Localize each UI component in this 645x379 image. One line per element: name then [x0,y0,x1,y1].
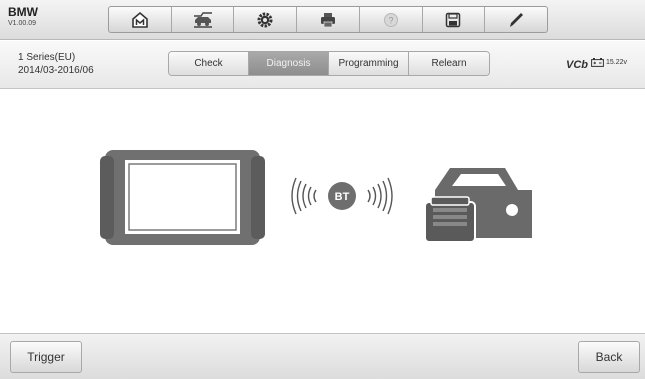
bottom-bar: Trigger Back [0,333,645,379]
signal-waves-left-icon [291,177,317,215]
printer-icon [321,12,336,27]
svg-text:?: ? [388,15,393,25]
brand-name: BMW [8,5,38,19]
battery-icon [591,58,604,67]
help-button[interactable]: ? [360,7,423,32]
pen-icon [510,12,524,27]
battery-status: 15.22v [591,58,627,67]
tablet-icon [100,150,265,245]
settings-gear-icon [257,12,273,27]
settings-button[interactable] [234,7,298,32]
tab-programming[interactable]: Programming [329,52,409,75]
back-button[interactable]: Back [578,341,640,373]
top-bar: BMW V1.00.09 ? [0,0,645,40]
vehicle-swap-icon [193,11,212,28]
app-version: V1.00.09 [8,20,37,27]
toolbar: ? [108,6,548,33]
tab-relearn[interactable]: Relearn [409,52,489,75]
vci-status: VCb [566,59,588,71]
save-button[interactable] [423,7,486,32]
tab-diagnosis[interactable]: Diagnosis [249,52,329,75]
vehicle-years: 2014/03-2016/06 [18,65,94,76]
connection-panel: BT [0,90,645,332]
help-icon: ? [383,12,398,27]
tab-check[interactable]: Check [169,52,249,75]
app-brand: BMW V1.00.09 [8,6,38,29]
signal-waves-right-icon [367,177,393,215]
trigger-button[interactable]: Trigger [10,341,82,373]
function-tabs: Check Diagnosis Programming Relearn [168,51,490,76]
connection-illustration: BT [100,150,532,245]
save-icon [446,12,461,27]
bluetooth-badge: BT [328,182,356,210]
vehicle-info: 1 Series(EU) 2014/03-2016/06 [18,51,94,77]
vehicle-model: 1 Series(EU) [18,52,76,63]
vehicle-with-vci-icon [424,168,532,243]
print-button[interactable] [297,7,360,32]
bluetooth-label: BT [335,191,350,203]
battery-voltage: 15.22v [606,59,628,66]
edit-button[interactable] [485,7,547,32]
vehicle-swap-button[interactable] [172,7,235,32]
home-button[interactable] [109,7,172,32]
home-icon [132,11,148,28]
vehicle-bar: 1 Series(EU) 2014/03-2016/06 Check Diagn… [0,41,645,89]
